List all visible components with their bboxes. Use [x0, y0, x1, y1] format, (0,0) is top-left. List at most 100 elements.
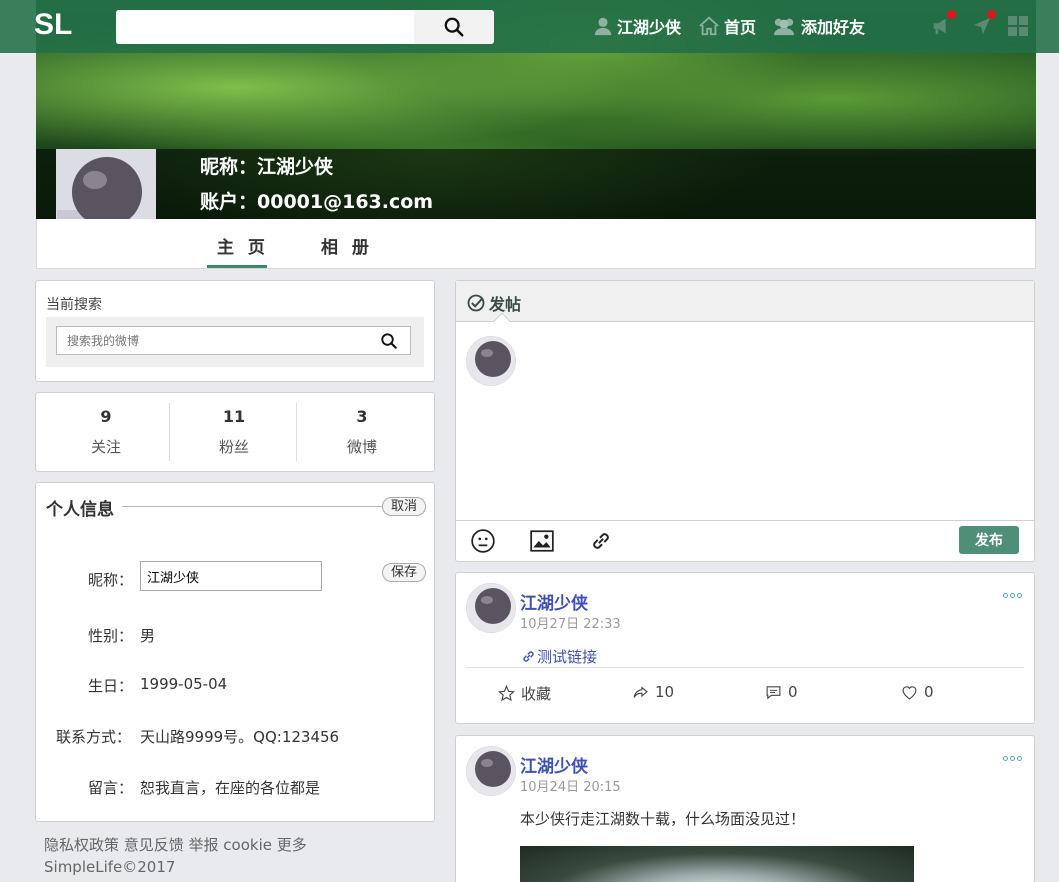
comment-button[interactable]: 0	[765, 683, 798, 701]
more-dot	[1010, 756, 1015, 761]
cancel-button[interactable]: 取消	[382, 497, 427, 516]
logo[interactable]: SL	[34, 8, 72, 42]
info-contact-value: 天山路9999号。QQ:123456	[140, 728, 340, 746]
avatar-image	[467, 584, 515, 632]
composer-header: 发帖	[456, 281, 1034, 322]
stat-followers-count: 11	[222, 407, 246, 426]
more-dot	[1003, 756, 1008, 761]
avatar-image	[467, 337, 515, 385]
stat-weibo-label: 微博	[346, 438, 377, 456]
post-time: 10月24日 20:15	[520, 780, 621, 795]
post-composer: 发帖 发布	[455, 280, 1035, 562]
profile-nickname: 昵称：江湖少侠	[200, 156, 334, 178]
stat-followers[interactable]: 11 粉丝	[170, 393, 298, 471]
avatar-image	[467, 747, 515, 795]
post-avatar[interactable]	[466, 746, 516, 796]
search-card-title: 当前搜索	[46, 297, 102, 313]
global-search	[116, 10, 494, 44]
share-button[interactable]: 10	[632, 683, 674, 701]
link-icon	[523, 651, 534, 662]
composer-title-label: 发帖	[489, 295, 522, 314]
share-count: 10	[655, 683, 675, 701]
comment-count: 0	[788, 683, 798, 701]
post-link-text: 测试链接	[537, 648, 598, 666]
nav-user-label: 江湖少侠	[617, 18, 682, 37]
notification-badge	[947, 10, 956, 19]
post-more-button[interactable]	[1003, 756, 1022, 761]
star-icon	[498, 685, 515, 702]
composer-avatar	[466, 336, 516, 386]
post-avatar[interactable]	[466, 583, 516, 633]
location-badge	[987, 10, 996, 19]
weibo-search-input[interactable]	[57, 327, 357, 354]
group-icon	[773, 18, 795, 36]
home-icon	[699, 16, 719, 36]
like-count: 0	[924, 683, 934, 701]
global-search-button[interactable]	[414, 10, 494, 44]
profile-account: 账户：00001@163.com	[200, 191, 434, 213]
favorite-button[interactable]: 收藏	[498, 683, 551, 704]
save-button[interactable]: 保存	[382, 563, 427, 582]
search-icon[interactable]	[380, 332, 398, 350]
emoji-button[interactable]	[469, 527, 497, 555]
weibo-search-box	[56, 326, 411, 355]
search-icon	[444, 17, 464, 37]
more-dot	[1010, 593, 1015, 598]
stat-following[interactable]: 9 关注	[42, 393, 170, 471]
nav-add-friend[interactable]: 添加好友	[770, 14, 865, 38]
image-button[interactable]	[528, 527, 556, 555]
stats-card: 9 关注 11 粉丝 3 微博	[35, 392, 435, 472]
like-button[interactable]: 0	[901, 683, 934, 701]
stat-weibo[interactable]: 3 微博	[298, 393, 426, 471]
composer-toolbar: 发布	[456, 520, 1034, 561]
share-icon	[633, 685, 648, 698]
more-dot	[1003, 593, 1008, 598]
emoji-icon	[471, 529, 495, 553]
stat-weibo-count: 3	[356, 407, 368, 426]
post-link[interactable]: 测试链接	[520, 646, 597, 667]
composer-title: 发帖	[466, 291, 521, 315]
nickname-field[interactable]	[140, 561, 322, 591]
footer-links[interactable]: 隐私权政策 意见反馈 举报 cookie 更多	[44, 834, 307, 855]
stat-following-label: 关注	[90, 438, 121, 456]
post-card: 江湖少侠 10月24日 20:15 本少侠行走江湖数十载，什么场面没见过！	[455, 735, 1035, 882]
info-contact-key: 联系方式：	[56, 728, 132, 746]
nav-home[interactable]: 首页	[697, 14, 756, 38]
nav-home-label: 首页	[724, 18, 757, 37]
link-button[interactable]	[587, 527, 615, 555]
notification-button[interactable]	[928, 10, 956, 40]
info-message-key: 留言：	[88, 779, 134, 797]
top-navbar: SL 江湖少侠 首页 添加好友	[0, 0, 1059, 53]
info-birthday-value: 1999-05-04	[140, 675, 228, 693]
stat-followers-label: 粉丝	[218, 438, 249, 456]
copyright: SimpleLife©2017	[44, 858, 176, 876]
active-tab-indicator	[207, 265, 267, 268]
banner-shade	[36, 149, 1036, 219]
search-card-inner	[46, 317, 424, 367]
sidebar-search-card: 当前搜索	[35, 280, 435, 382]
tab-album[interactable]: 相 册	[321, 233, 373, 258]
post-more-button[interactable]	[1003, 593, 1022, 598]
more-dot	[1017, 756, 1022, 761]
post-divider	[466, 667, 1024, 668]
post-author[interactable]: 江湖少侠	[520, 589, 588, 614]
post-image[interactable]	[520, 846, 914, 882]
tab-home[interactable]: 主 页	[217, 233, 269, 258]
global-search-input[interactable]	[116, 10, 414, 44]
profile-tabbar: 主 页 相 册	[36, 219, 1036, 269]
apps-button[interactable]	[1004, 12, 1032, 40]
stat-divider	[296, 403, 297, 461]
composer-textarea[interactable]	[526, 331, 1021, 511]
comment-icon	[766, 685, 781, 699]
info-message-value: 恕我直言，在座的各位都是	[140, 779, 321, 797]
check-circle-icon	[467, 294, 485, 312]
info-gender-value: 男	[140, 627, 156, 645]
favorite-label: 收藏	[521, 685, 552, 703]
user-icon	[594, 17, 612, 36]
nav-user[interactable]: 江湖少侠	[592, 14, 681, 38]
publish-button[interactable]: 发布	[959, 526, 1019, 554]
location-button[interactable]	[968, 10, 996, 40]
post-body: 本少侠行走江湖数十载，什么场面没见过！	[520, 810, 806, 828]
post-author[interactable]: 江湖少侠	[520, 752, 588, 777]
personal-info-divider	[122, 506, 382, 507]
